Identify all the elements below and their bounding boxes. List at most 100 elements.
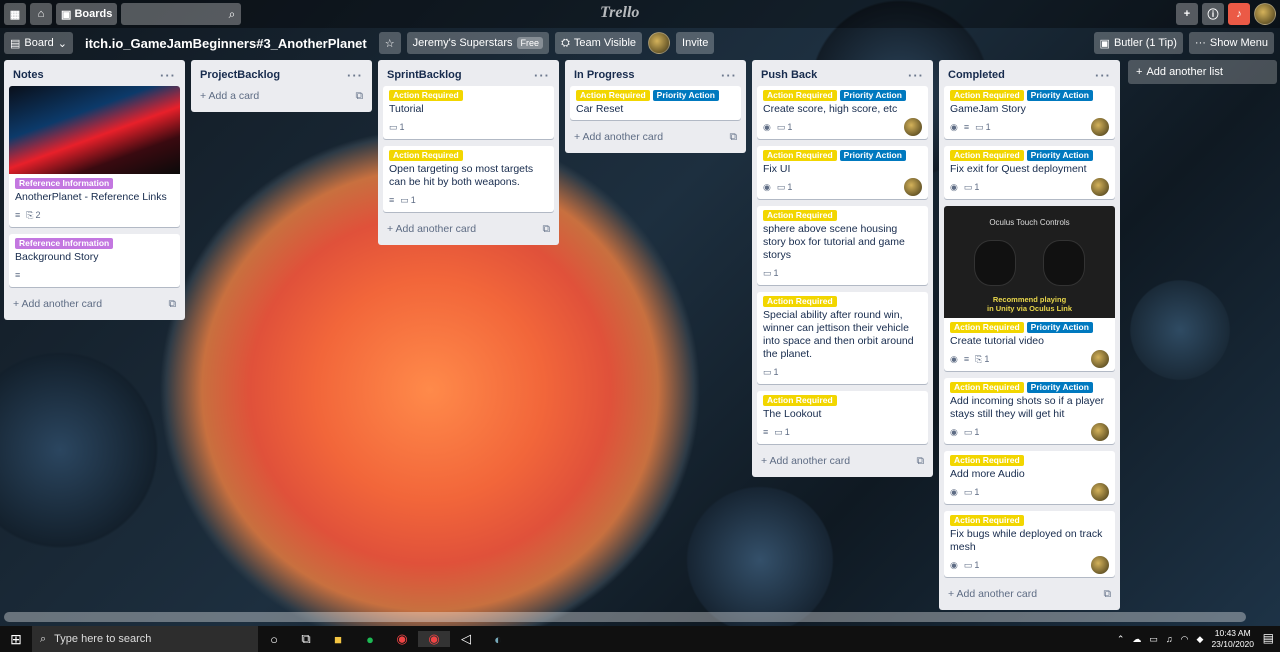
unity-icon[interactable]: ◁ bbox=[450, 631, 482, 647]
card-label[interactable]: Priority Action bbox=[652, 90, 719, 101]
network-icon[interactable]: ▭ bbox=[1149, 634, 1158, 645]
list-menu-icon[interactable]: ··· bbox=[721, 68, 737, 83]
member-avatar[interactable] bbox=[1091, 118, 1109, 136]
file-explorer-icon[interactable]: ■ bbox=[322, 632, 354, 647]
card[interactable]: Reference Information Background Story ≡ bbox=[9, 234, 180, 287]
home-icon[interactable]: ⌂ bbox=[30, 3, 52, 25]
show-menu-button[interactable]: ··· Show Menu bbox=[1188, 32, 1274, 54]
list-menu-icon[interactable]: ··· bbox=[160, 68, 176, 83]
list-header[interactable]: Notes ··· bbox=[9, 64, 180, 86]
card-label[interactable]: Priority Action bbox=[1026, 382, 1093, 393]
card-label[interactable]: Action Required bbox=[950, 382, 1024, 393]
add-card-button[interactable]: + Add another card ⧉ bbox=[570, 127, 741, 147]
card-label[interactable]: Priority Action bbox=[1026, 322, 1093, 333]
card-label[interactable]: Priority Action bbox=[1026, 150, 1093, 161]
steam-icon[interactable]: ◐ bbox=[482, 632, 514, 647]
add-card-button[interactable]: + Add another card ⧉ bbox=[9, 294, 180, 314]
card-label[interactable]: Action Required bbox=[950, 90, 1024, 101]
card-label[interactable]: Action Required bbox=[389, 90, 463, 101]
dropbox-icon[interactable]: ◆ bbox=[1197, 634, 1204, 645]
member-avatar[interactable] bbox=[904, 178, 922, 196]
trello-logo[interactable]: Trello bbox=[600, 4, 639, 22]
list-header[interactable]: Push Back ··· bbox=[757, 64, 928, 86]
star-icon[interactable]: ☆ bbox=[378, 32, 401, 54]
list-title[interactable]: Push Back bbox=[761, 69, 817, 81]
list-menu-icon[interactable]: ··· bbox=[1095, 68, 1111, 83]
list-title[interactable]: ProjectBacklog bbox=[200, 69, 280, 81]
member-avatar[interactable] bbox=[1091, 178, 1109, 196]
cloud-icon[interactable]: ☁ bbox=[1132, 634, 1141, 645]
user-avatar[interactable] bbox=[1254, 3, 1276, 25]
member-avatar[interactable] bbox=[1091, 350, 1109, 368]
card[interactable]: Action Required Special ability after rou… bbox=[757, 292, 928, 384]
add-card-button[interactable]: + Add another card ⧉ bbox=[757, 451, 928, 471]
add-card-button[interactable]: + Add a card ⧉ bbox=[196, 86, 367, 106]
list-title[interactable]: SprintBacklog bbox=[387, 69, 462, 81]
card[interactable]: Action Required Priority Action Fix UI ◉ ▭ 1 bbox=[757, 146, 928, 199]
card[interactable]: Action Required sphere above scene housin… bbox=[757, 206, 928, 285]
card[interactable]: Reference Information AnotherPlanet - Ref… bbox=[9, 86, 180, 227]
board-title[interactable]: itch.io_GameJamBeginners#3_AnotherPlanet bbox=[79, 36, 373, 51]
list-title[interactable]: Completed bbox=[948, 69, 1005, 81]
card-template-icon[interactable]: ⧉ bbox=[917, 455, 925, 468]
search-input[interactable]: ⌕ bbox=[121, 3, 242, 25]
card[interactable]: Action Required Priority Action Fix exit f… bbox=[944, 146, 1115, 199]
wifi-icon[interactable]: ◠ bbox=[1181, 634, 1189, 645]
windows-start-icon[interactable]: ⊞ bbox=[0, 631, 32, 648]
add-card-button[interactable]: + Add another card ⧉ bbox=[944, 584, 1115, 604]
task-view-icon[interactable]: ⧉ bbox=[290, 631, 322, 647]
card-label[interactable]: Action Required bbox=[950, 322, 1024, 333]
card-label[interactable]: Reference Information bbox=[15, 178, 114, 189]
member-avatar[interactable] bbox=[1091, 483, 1109, 501]
notification-bell-icon[interactable]: ♪ bbox=[1228, 3, 1250, 25]
member-avatar[interactable] bbox=[1091, 556, 1109, 574]
tray-chevron-icon[interactable]: ⌃ bbox=[1117, 634, 1125, 645]
list-header[interactable]: Completed ··· bbox=[944, 64, 1115, 86]
boards-button[interactable]: ▣ Boards bbox=[56, 3, 118, 25]
member-avatar[interactable] bbox=[1091, 423, 1109, 441]
cortana-icon[interactable]: ○ bbox=[258, 632, 290, 647]
card[interactable]: Action Required Fix bugs while deployed o… bbox=[944, 511, 1115, 577]
volume-icon[interactable]: ♫ bbox=[1166, 634, 1173, 644]
card-template-icon[interactable]: ⧉ bbox=[730, 131, 738, 144]
list-header[interactable]: SprintBacklog ··· bbox=[383, 64, 554, 86]
apps-grid-icon[interactable]: ▦ bbox=[4, 3, 26, 25]
card-label[interactable]: Reference Information bbox=[15, 238, 114, 249]
list-menu-icon[interactable]: ··· bbox=[534, 68, 550, 83]
action-center-icon[interactable]: ▤ bbox=[1263, 631, 1274, 645]
add-card-button[interactable]: + Add another card ⧉ bbox=[383, 219, 554, 239]
card[interactable]: Oculus Touch Controls Recommend playing in… bbox=[944, 206, 1115, 371]
card-template-icon[interactable]: ⧉ bbox=[543, 223, 551, 236]
spotify-icon[interactable]: ● bbox=[354, 632, 386, 647]
board-view-button[interactable]: ▤ Board ⌄ bbox=[4, 32, 73, 54]
visibility-button[interactable]: ⛭ Team Visible bbox=[555, 32, 643, 54]
list-title[interactable]: Notes bbox=[13, 69, 44, 81]
card-label[interactable]: Action Required bbox=[576, 90, 650, 101]
card[interactable]: Action Required The Lookout ≡ ▭ 1 bbox=[757, 391, 928, 444]
member-avatar[interactable] bbox=[904, 118, 922, 136]
info-icon[interactable]: ⓘ bbox=[1202, 3, 1224, 25]
card-label[interactable]: Priority Action bbox=[1026, 90, 1093, 101]
list-menu-icon[interactable]: ··· bbox=[908, 68, 924, 83]
team-button[interactable]: Jeremy's Superstars Free bbox=[406, 32, 550, 54]
card-label[interactable]: Action Required bbox=[389, 150, 463, 161]
chrome-active-icon[interactable]: ◉ bbox=[418, 631, 450, 647]
taskbar-search[interactable]: ⌕ Type here to search bbox=[32, 626, 258, 652]
card[interactable]: Action Required Priority Action GameJam St… bbox=[944, 86, 1115, 139]
list-header[interactable]: In Progress ··· bbox=[570, 64, 741, 86]
card-label[interactable]: Priority Action bbox=[839, 150, 906, 161]
card[interactable]: Action Required Priority Action Create sco… bbox=[757, 86, 928, 139]
card-label[interactable]: Action Required bbox=[763, 90, 837, 101]
create-plus-icon[interactable]: + bbox=[1176, 3, 1198, 25]
member-avatar[interactable] bbox=[648, 32, 671, 54]
card-template-icon[interactable]: ⧉ bbox=[1104, 588, 1112, 601]
add-list-button[interactable]: + Add another list bbox=[1128, 60, 1277, 84]
list-title[interactable]: In Progress bbox=[574, 69, 635, 81]
card-label[interactable]: Action Required bbox=[950, 515, 1024, 526]
butler-button[interactable]: ▣ Butler (1 Tip) bbox=[1093, 32, 1183, 54]
card[interactable]: Action Required Open targeting so most ta… bbox=[383, 146, 554, 212]
horizontal-scrollbar[interactable] bbox=[4, 612, 1246, 622]
card[interactable]: Action Required Priority Action Add incomi… bbox=[944, 378, 1115, 444]
chrome-icon[interactable]: ◉ bbox=[386, 631, 418, 647]
card[interactable]: Action Required Tutorial ▭ 1 bbox=[383, 86, 554, 139]
